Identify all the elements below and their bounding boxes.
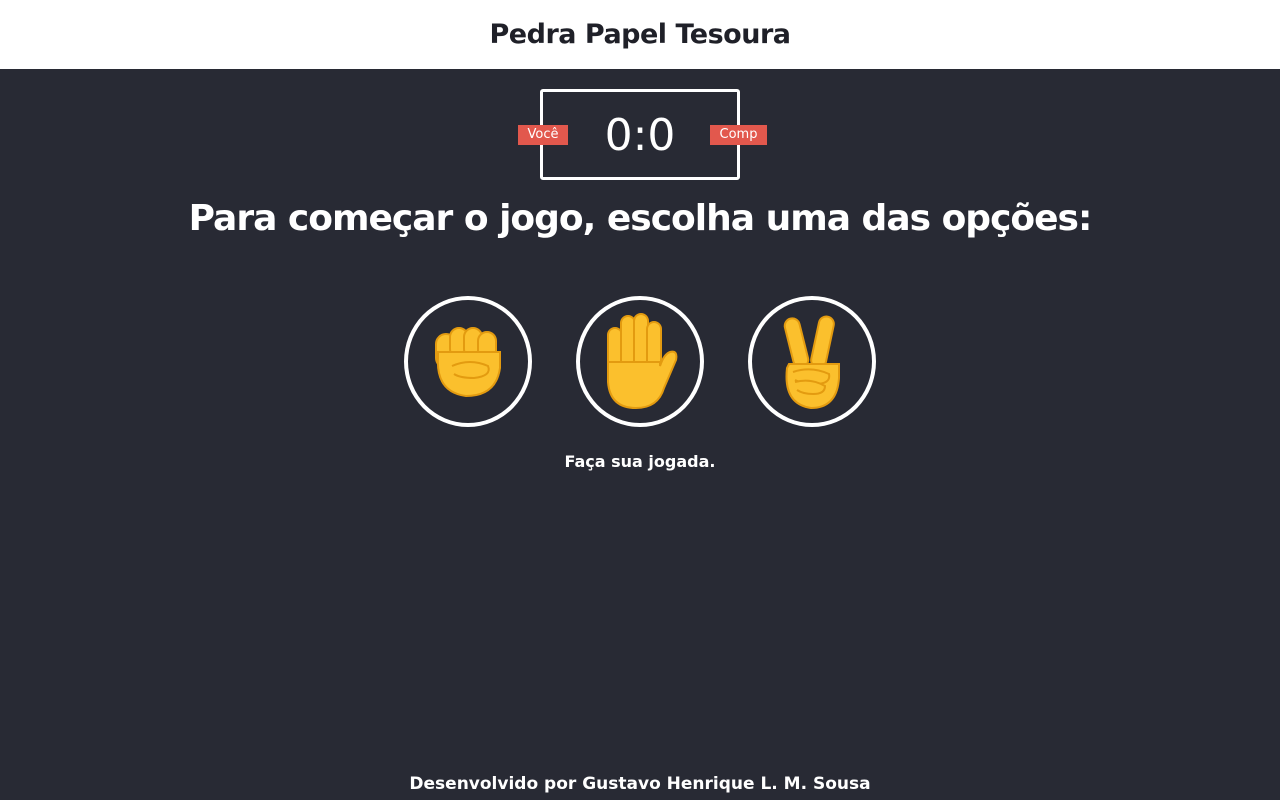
footer-credit: Desenvolvido por Gustavo Henrique L. M. … xyxy=(409,774,871,794)
page-title: Pedra Papel Tesoura xyxy=(489,19,791,50)
instruction-heading: Para começar o jogo, escolha uma das opç… xyxy=(188,198,1093,239)
victory-hand-icon xyxy=(777,312,847,412)
raised-hand-icon xyxy=(600,312,680,412)
paper-choice-button[interactable] xyxy=(576,296,704,427)
scoreboard: Você 0:0 Comp xyxy=(518,89,767,180)
app-header: Pedra Papel Tesoura xyxy=(0,0,1280,69)
raised-fist-icon xyxy=(430,322,506,402)
status-message: Faça sua jogada. xyxy=(564,452,716,471)
scissors-choice-button[interactable] xyxy=(748,296,876,427)
rock-choice-button[interactable] xyxy=(404,296,532,427)
user-score-badge: Você xyxy=(518,125,568,145)
choice-group xyxy=(0,296,1280,428)
score-display: 0:0 xyxy=(604,110,676,161)
computer-score-badge: Comp xyxy=(710,125,767,145)
